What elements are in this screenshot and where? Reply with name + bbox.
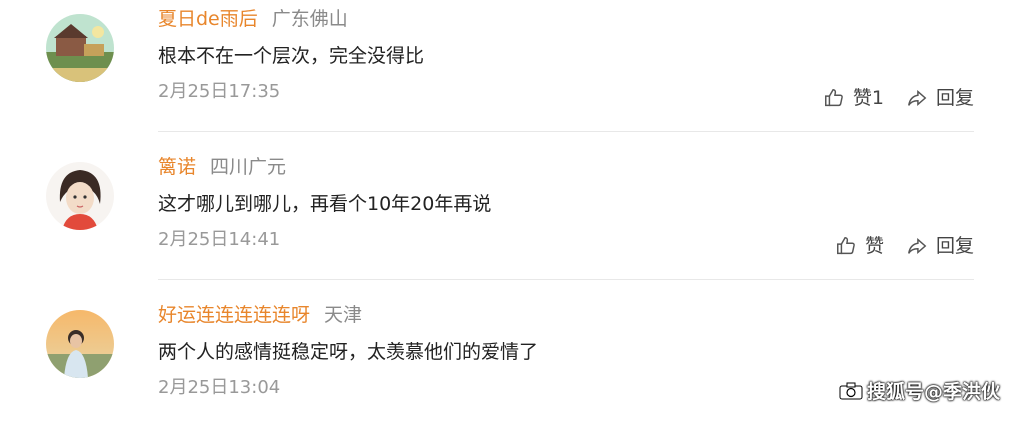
location: 天津 xyxy=(324,304,363,326)
avatar[interactable] xyxy=(46,162,114,230)
comment-text: 这才哪儿到哪儿，再看个10年20年再说 xyxy=(158,193,492,215)
thumbs-up-icon xyxy=(824,89,843,107)
comment-text: 根本不在一个层次，完全没得比 xyxy=(158,45,425,67)
comment-header: 好运连连连连连呀 天津 xyxy=(158,303,362,327)
watermark-text: 搜狐号@季洪伙 xyxy=(866,381,1000,403)
comment-header: 夏日de雨后 广东佛山 xyxy=(158,7,348,31)
share-arrow-icon xyxy=(908,237,927,255)
comment-header: 篱诺 四川广元 xyxy=(158,155,286,179)
camera-icon xyxy=(839,382,863,399)
comment-actions: 赞1 回复 xyxy=(823,86,974,110)
location: 四川广元 xyxy=(210,156,287,178)
share-arrow-icon xyxy=(908,89,927,107)
reply-button[interactable]: 回复 xyxy=(906,234,974,258)
username[interactable]: 夏日de雨后 xyxy=(158,8,258,30)
avatar[interactable] xyxy=(46,310,114,378)
comment-item: 夏日de雨后 广东佛山 根本不在一个层次，完全没得比 2月25日17:35 赞1 … xyxy=(0,0,1020,140)
watermark: 搜狐号@季洪伙 xyxy=(839,377,1000,404)
comment-text: 两个人的感情挺稳定呀，太羡慕他们的爱情了 xyxy=(158,341,539,363)
comment-actions: 赞 回复 xyxy=(835,234,974,258)
reply-label: 回复 xyxy=(935,235,974,257)
thumbs-up-icon xyxy=(836,237,855,255)
like-button[interactable]: 赞 xyxy=(835,234,884,258)
divider xyxy=(158,279,974,280)
comment-item: 好运连连连连连呀 天津 两个人的感情挺稳定呀，太羡慕他们的爱情了 2月25日13:… xyxy=(0,296,1020,436)
username[interactable]: 篱诺 xyxy=(158,156,196,178)
location: 广东佛山 xyxy=(271,8,348,30)
comment-time: 2月25日14:41 xyxy=(158,229,281,250)
comment-time: 2月25日13:04 xyxy=(158,377,281,398)
comment-item: 篱诺 四川广元 这才哪儿到哪儿，再看个10年20年再说 2月25日14:41 赞 … xyxy=(0,148,1020,288)
avatar[interactable] xyxy=(46,14,114,82)
reply-button[interactable]: 回复 xyxy=(906,86,974,110)
like-button[interactable]: 赞1 xyxy=(823,86,884,110)
divider xyxy=(158,131,974,132)
like-label: 赞 xyxy=(864,235,884,257)
reply-label: 回复 xyxy=(935,87,974,109)
username[interactable]: 好运连连连连连呀 xyxy=(158,304,310,326)
comment-time: 2月25日17:35 xyxy=(158,81,281,102)
like-label: 赞1 xyxy=(852,87,884,109)
